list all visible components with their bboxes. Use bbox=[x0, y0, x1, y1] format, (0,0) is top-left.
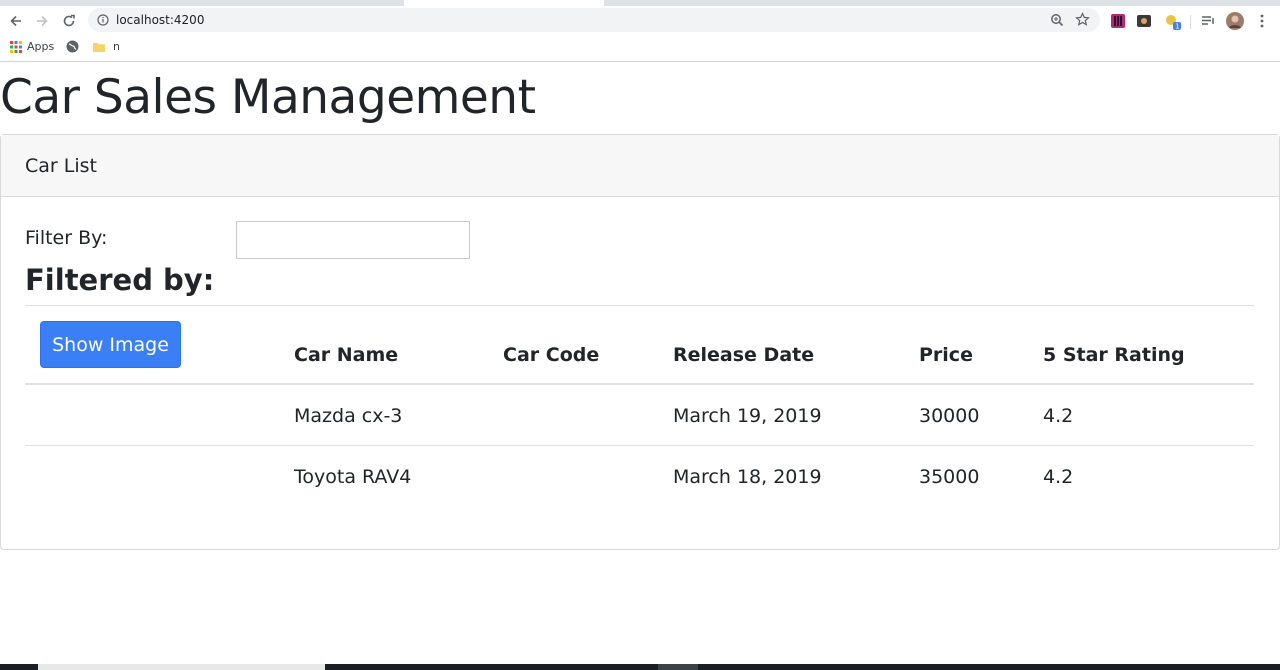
column-header-release-date: Release Date bbox=[673, 344, 815, 366]
bookmark-apps[interactable]: Apps bbox=[10, 40, 54, 53]
cell-release-date: March 18, 2019 bbox=[673, 466, 822, 488]
info-icon[interactable] bbox=[97, 14, 109, 26]
reload-button[interactable] bbox=[59, 11, 79, 31]
cell-release-date: March 19, 2019 bbox=[673, 405, 822, 427]
filter-input[interactable] bbox=[236, 221, 470, 259]
address-bar[interactable]: localhost:4200 bbox=[88, 8, 1100, 32]
bookmark-star-icon[interactable] bbox=[1075, 12, 1090, 27]
arrow-right-icon bbox=[37, 15, 48, 27]
filter-label: Filter By: bbox=[25, 227, 108, 249]
forward-button[interactable] bbox=[32, 11, 52, 31]
cell-car-name: Toyota RAV4 bbox=[294, 466, 412, 488]
profile-avatar[interactable] bbox=[1226, 12, 1244, 30]
taskbar-item[interactable] bbox=[38, 664, 325, 670]
extension-1-icon[interactable] bbox=[1110, 13, 1126, 29]
column-header-car-name: Car Name bbox=[294, 344, 399, 366]
extension-3-icon[interactable]: 1 bbox=[1164, 13, 1181, 31]
show-image-button[interactable]: Show Image bbox=[40, 321, 181, 368]
cell-car-name: Mazda cx-3 bbox=[294, 405, 403, 427]
browser-toolbar: localhost:4200 1 bbox=[0, 6, 1280, 36]
car-table: Show Image Car Name Car Code Release Dat… bbox=[25, 305, 1254, 507]
chrome-menu-icon[interactable] bbox=[1254, 13, 1270, 29]
zoom-icon[interactable] bbox=[1050, 13, 1064, 27]
filtered-by-heading: Filtered by: bbox=[25, 263, 215, 297]
cell-price: 30000 bbox=[919, 405, 980, 427]
svg-text:1: 1 bbox=[1175, 23, 1179, 31]
bookmark-folder-label: n bbox=[113, 40, 120, 53]
table-header-row: Show Image Car Name Car Code Release Dat… bbox=[25, 306, 1254, 385]
media-controls-icon[interactable] bbox=[1200, 13, 1216, 29]
arrow-left-icon bbox=[10, 15, 21, 27]
bookmarks-bar: Apps n bbox=[0, 36, 1280, 62]
bookmark-apps-label: Apps bbox=[27, 40, 55, 53]
cell-rating: 4.2 bbox=[1043, 466, 1074, 488]
column-header-car-code: Car Code bbox=[503, 344, 600, 366]
back-button[interactable] bbox=[6, 11, 26, 31]
cell-price: 35000 bbox=[919, 466, 980, 488]
taskbar-edge bbox=[0, 664, 1280, 670]
table-row: Toyota RAV4 March 18, 2019 35000 4.2 bbox=[25, 446, 1254, 507]
extension-2-icon[interactable] bbox=[1136, 13, 1152, 29]
table-row: Mazda cx-3 March 19, 2019 30000 4.2 bbox=[25, 385, 1254, 446]
taskbar-item[interactable] bbox=[658, 664, 698, 670]
bookmark-globe[interactable] bbox=[66, 40, 79, 53]
column-header-rating: 5 Star Rating bbox=[1043, 344, 1185, 366]
page-title: Car Sales Management bbox=[0, 70, 536, 125]
cell-rating: 4.2 bbox=[1043, 405, 1074, 427]
car-list-card: Car List Filter By: Filtered by: Show Im… bbox=[0, 134, 1280, 550]
url-text[interactable]: localhost:4200 bbox=[116, 13, 204, 27]
apps-grid-icon bbox=[10, 40, 22, 53]
card-header: Car List bbox=[1, 135, 1279, 197]
globe-icon bbox=[66, 40, 79, 53]
column-header-price: Price bbox=[919, 344, 973, 366]
folder-icon bbox=[93, 42, 105, 52]
toolbar-divider bbox=[1190, 15, 1191, 29]
bookmark-folder-n[interactable]: n bbox=[93, 40, 120, 53]
reload-icon bbox=[63, 14, 75, 27]
